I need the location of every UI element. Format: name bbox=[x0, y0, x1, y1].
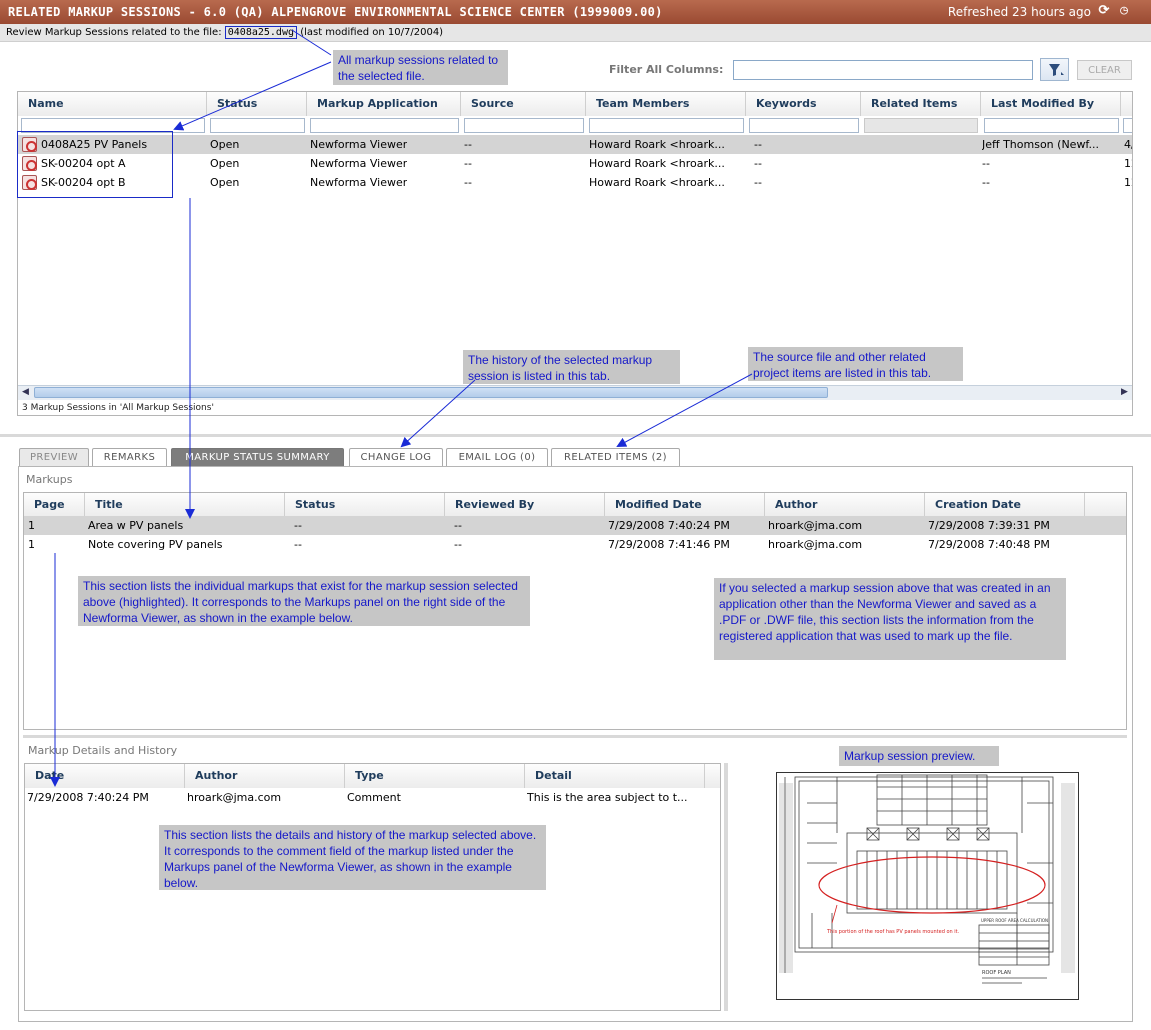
arrow-to-related-items bbox=[616, 373, 753, 447]
annotation-arrows bbox=[50, 29, 753, 787]
arrow-to-change-log bbox=[400, 379, 476, 448]
arrow-to-filename bbox=[291, 29, 332, 56]
arrow-to-sessions bbox=[173, 61, 332, 131]
